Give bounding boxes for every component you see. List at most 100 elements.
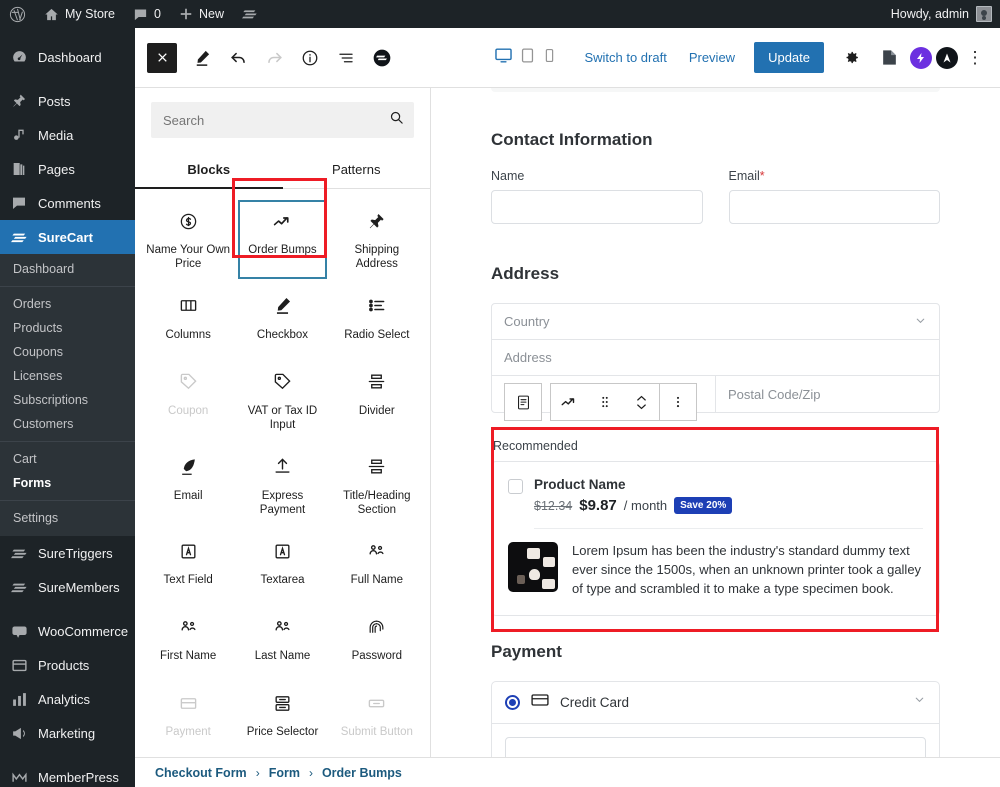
form-block-icon[interactable] xyxy=(505,384,541,420)
update-button[interactable]: Update xyxy=(754,42,824,73)
sidebar-item-comments[interactable]: Comments xyxy=(0,186,135,220)
surecart-icon[interactable] xyxy=(233,0,267,28)
block-item-first-name[interactable]: First Name xyxy=(141,603,235,679)
name-input[interactable] xyxy=(491,190,703,224)
switch-to-draft-button[interactable]: Switch to draft xyxy=(575,44,675,71)
howdy-label[interactable]: Howdy, admin xyxy=(891,7,969,21)
order-bump-checkbox[interactable] xyxy=(508,479,523,494)
sidebar-item-posts[interactable]: Posts xyxy=(0,84,135,118)
surecart-icon[interactable] xyxy=(365,41,399,75)
breadcrumb-order-bumps[interactable]: Order Bumps xyxy=(322,766,402,780)
tablet-icon[interactable] xyxy=(519,47,536,69)
sidebar-subitem-coupons[interactable]: Coupons xyxy=(0,340,135,364)
sidebar-item-products[interactable]: Products xyxy=(0,648,135,682)
sidebar-item-memberpress[interactable]: MemberPress xyxy=(0,760,135,787)
sidebar-subitem-forms[interactable]: Forms xyxy=(0,471,135,495)
sidebar-subitem-orders[interactable]: Orders xyxy=(0,292,135,316)
block-item-textarea[interactable]: Textarea xyxy=(235,527,329,603)
block-item-label: Last Name xyxy=(254,650,311,663)
block-item-password[interactable]: Password xyxy=(330,603,424,679)
wordpress-logo-icon[interactable] xyxy=(0,0,35,28)
sidebar-divider xyxy=(0,74,135,84)
new-content-menu[interactable]: New xyxy=(170,0,233,28)
email-input[interactable] xyxy=(728,190,940,224)
sidebar-subitem-cart[interactable]: Cart xyxy=(0,447,135,471)
sidebar-item-marketing[interactable]: Marketing xyxy=(0,716,135,750)
redo-icon[interactable] xyxy=(257,41,291,75)
suretriggers-bolt-icon[interactable] xyxy=(910,46,932,69)
block-item-express-payment[interactable]: Express Payment xyxy=(235,443,329,528)
presto-player-icon[interactable] xyxy=(872,41,906,75)
block-item-title-heading-section[interactable]: Title/Heading Section xyxy=(330,443,424,528)
credit-card-icon xyxy=(530,690,550,715)
block-item-vat-tax-id[interactable]: VAT or Tax ID Input xyxy=(235,358,329,443)
info-icon[interactable] xyxy=(293,41,327,75)
breadcrumb-checkout-form[interactable]: Checkout Form xyxy=(155,766,247,780)
radio-selected-icon[interactable] xyxy=(505,694,520,710)
breadcrumb-form[interactable]: Form xyxy=(269,766,300,780)
sidebar-subitem-dashboard[interactable]: Dashboard xyxy=(0,257,135,281)
sidebar-item-suretriggers[interactable]: SureTriggers xyxy=(0,536,135,570)
block-item-full-name[interactable]: Full Name xyxy=(330,527,424,603)
comments-bubble[interactable]: 0 xyxy=(124,0,170,28)
block-item-price-selector[interactable]: Price Selector xyxy=(235,679,329,755)
postal-input[interactable]: Postal Code/Zip xyxy=(716,376,939,412)
trend-up-icon[interactable] xyxy=(551,384,587,420)
kebab-menu-icon[interactable]: ⋮ xyxy=(962,48,988,68)
tab-blocks[interactable]: Blocks xyxy=(135,150,283,189)
block-item-divider[interactable]: Divider xyxy=(330,358,424,443)
sidebar-item-analytics[interactable]: Analytics xyxy=(0,682,135,716)
sidebar-item-surecart[interactable]: SureCart xyxy=(0,220,135,254)
sidebar-subitem-licenses[interactable]: Licenses xyxy=(0,364,135,388)
block-item-last-name[interactable]: Last Name xyxy=(235,603,329,679)
sidebar-item-dashboard[interactable]: Dashboard xyxy=(0,40,135,74)
payment-methods-box: Credit Card xyxy=(491,680,940,757)
move-up-down-icon[interactable] xyxy=(623,384,659,420)
block-item-name-your-own-price[interactable]: Name Your Own Price xyxy=(141,197,235,282)
block-item-checkbox[interactable]: Checkbox xyxy=(235,282,329,358)
sidebar-subitem-customers[interactable]: Customers xyxy=(0,412,135,436)
tab-patterns[interactable]: Patterns xyxy=(283,150,431,188)
sidebar-item-pages[interactable]: Pages xyxy=(0,152,135,186)
list-view-icon[interactable] xyxy=(329,41,363,75)
block-item-order-bumps[interactable]: Order Bumps xyxy=(235,197,329,282)
preview-button[interactable]: Preview xyxy=(680,44,744,71)
block-item-text-field[interactable]: Text Field xyxy=(141,527,235,603)
address-input[interactable]: Address xyxy=(492,340,939,376)
address-placeholder: Address xyxy=(504,350,552,365)
order-bump-block[interactable]: Recommended Product Name $12.34 $9.87 / … xyxy=(491,439,940,616)
sidebar-item-media[interactable]: Media xyxy=(0,118,135,152)
card-number-input[interactable] xyxy=(505,736,926,757)
sidebar-subitem-subscriptions[interactable]: Subscriptions xyxy=(0,388,135,412)
chevron-down-icon xyxy=(913,693,926,711)
country-select[interactable]: Country xyxy=(492,304,939,340)
desktop-icon[interactable] xyxy=(494,46,513,70)
search-input[interactable]: Search xyxy=(151,102,414,138)
pencil-icon[interactable] xyxy=(185,41,219,75)
kebab-menu-icon[interactable] xyxy=(660,384,696,420)
site-name-menu[interactable]: My Store xyxy=(35,0,124,28)
sidebar-subitem-settings[interactable]: Settings xyxy=(0,506,135,530)
payment-heading: Payment xyxy=(491,641,562,661)
undo-icon[interactable] xyxy=(221,41,255,75)
sidebar-item-suremembers[interactable]: SureMembers xyxy=(0,570,135,604)
mobile-icon[interactable] xyxy=(542,48,557,68)
sidebar-item-woocommerce[interactable]: WooCommerce xyxy=(0,614,135,648)
astra-icon[interactable] xyxy=(936,46,958,69)
close-icon[interactable] xyxy=(147,42,177,73)
block-item-shipping-address[interactable]: Shipping Address xyxy=(330,197,424,282)
block-actions-group xyxy=(550,383,697,421)
submenu-divider xyxy=(0,500,135,501)
gear-icon[interactable] xyxy=(834,41,868,75)
block-item-radio-select[interactable]: Radio Select xyxy=(330,282,424,358)
memberpress-icon xyxy=(9,767,29,787)
block-item-email[interactable]: Email xyxy=(141,443,235,528)
sidebar-subitem-products[interactable]: Products xyxy=(0,316,135,340)
payment-method-credit-card[interactable]: Credit Card xyxy=(492,682,939,724)
quill-icon xyxy=(179,455,198,479)
block-floating-toolbar xyxy=(504,383,697,421)
block-item-label: VAT or Tax ID Input xyxy=(247,404,318,432)
block-item-columns[interactable]: Columns xyxy=(141,282,235,358)
drag-handle-icon[interactable] xyxy=(587,384,623,420)
avatar[interactable] xyxy=(976,6,992,22)
